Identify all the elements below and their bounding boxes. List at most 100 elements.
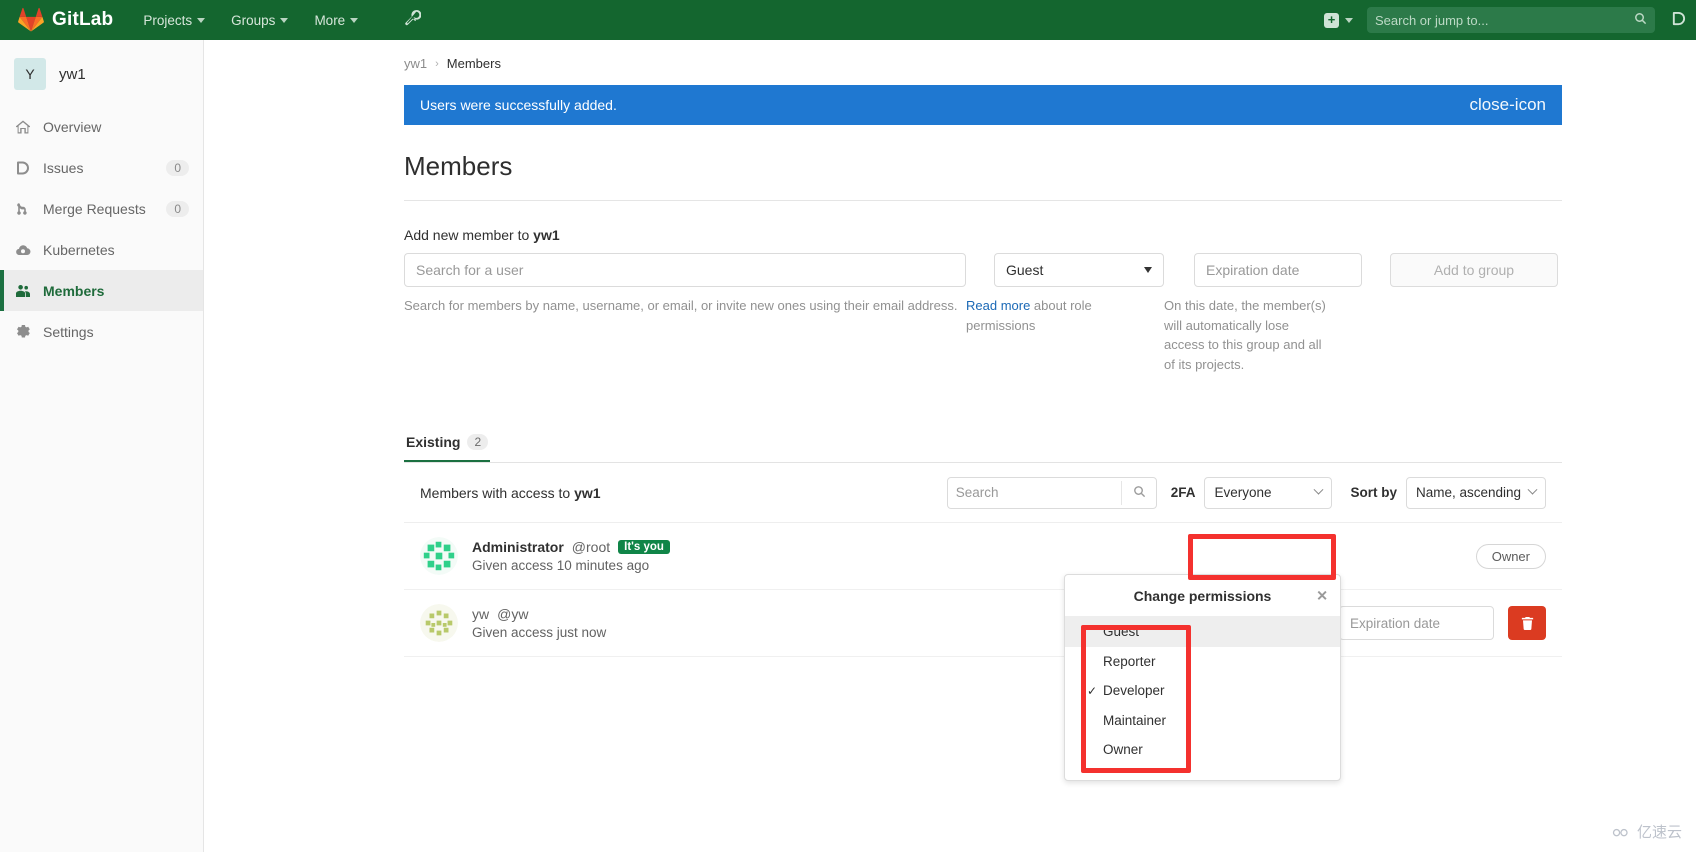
group-avatar: Y bbox=[14, 58, 46, 90]
add-member-form: Add new member to yw1 Search for a user … bbox=[404, 227, 1584, 374]
page-title: Members bbox=[404, 151, 513, 181]
sidebar-item-merge-requests[interactable]: Merge Requests 0 bbox=[0, 188, 203, 229]
dropdown-option-developer-label: Developer bbox=[1103, 683, 1165, 699]
caret-down-icon bbox=[1144, 267, 1152, 273]
member-name[interactable]: Administrator bbox=[472, 539, 564, 555]
top-navigation-bar: GitLab Projects Groups More + Search or … bbox=[0, 0, 1696, 40]
breadcrumb-separator: › bbox=[435, 57, 439, 70]
members-heading-prefix: Members with access to bbox=[420, 484, 575, 501]
member-username[interactable]: @root bbox=[572, 539, 610, 555]
top-nav-items: Projects Groups More bbox=[141, 9, 422, 32]
members-filters: Search 2FA Everyone Sort by Name, ascend… bbox=[946, 476, 1546, 509]
breadcrumb-current[interactable]: Members bbox=[447, 56, 501, 71]
watermark-text: 亿速云 bbox=[1636, 824, 1682, 841]
members-search-input[interactable]: Search bbox=[946, 476, 1157, 509]
expiration-placeholder: Expiration date bbox=[1206, 262, 1300, 278]
nav-projects-label: Projects bbox=[143, 12, 193, 28]
expiration-help: On this date, the member(s) will automat… bbox=[1164, 298, 1326, 372]
issues-icon[interactable] bbox=[1671, 11, 1686, 30]
title-divider bbox=[404, 200, 1562, 201]
top-bar-right: + Search or jump to... bbox=[1324, 7, 1696, 33]
table-row: yw @yw Given access just now Developer E… bbox=[404, 590, 1562, 657]
chevron-down-icon bbox=[1527, 484, 1538, 495]
members-heading: Members with access to yw1 bbox=[420, 485, 601, 501]
its-you-badge: It's you bbox=[618, 540, 670, 554]
sidebar-badge-issues: 0 bbox=[166, 159, 189, 176]
nav-groups[interactable]: Groups bbox=[229, 9, 290, 32]
dropdown-option-guest[interactable]: Guest bbox=[1065, 617, 1340, 647]
member-expiration-placeholder: Expiration date bbox=[1350, 615, 1441, 631]
sidebar-label-issues: Issues bbox=[43, 159, 84, 176]
sort-select[interactable]: Name, ascending bbox=[1406, 476, 1546, 509]
plus-square-icon: + bbox=[1324, 12, 1339, 28]
change-permissions-dropdown: Change permissions ✕ Guest Reporter ✓ De… bbox=[1064, 574, 1341, 781]
breadcrumb-root[interactable]: yw1 bbox=[404, 56, 427, 71]
sidebar-group-header[interactable]: Y yw1 bbox=[0, 48, 203, 100]
search-icon[interactable] bbox=[1133, 485, 1146, 501]
sidebar-label-settings: Settings bbox=[43, 323, 94, 340]
add-to-group-button[interactable]: Add to group bbox=[1390, 253, 1558, 287]
kubernetes-icon bbox=[14, 241, 31, 258]
new-item-button[interactable]: + bbox=[1324, 12, 1353, 28]
role-select-value: Guest bbox=[1006, 262, 1044, 278]
dropdown-option-reporter[interactable]: Reporter bbox=[1065, 647, 1340, 677]
read-more-link[interactable]: Read more bbox=[966, 298, 1030, 313]
global-search-input[interactable]: Search or jump to... bbox=[1367, 7, 1655, 33]
gitlab-logo[interactable]: GitLab bbox=[18, 7, 113, 33]
role-help: Read more about role permissions bbox=[966, 296, 1116, 335]
member-name[interactable]: yw bbox=[472, 606, 489, 622]
watermark: 亿速云 bbox=[1611, 821, 1682, 842]
expiration-field-group: Expiration date On this date, the member… bbox=[1164, 253, 1362, 374]
add-member-row: Search for a user Search for members by … bbox=[404, 253, 1584, 374]
member-access-text: Given access 10 minutes ago bbox=[472, 558, 650, 573]
remove-member-button[interactable] bbox=[1508, 606, 1546, 640]
sidebar-label-overview: Overview bbox=[43, 118, 102, 135]
sidebar-item-issues[interactable]: Issues 0 bbox=[0, 147, 203, 188]
twofa-filter-select[interactable]: Everyone bbox=[1204, 476, 1333, 509]
sidebar-label-members: Members bbox=[43, 282, 105, 299]
user-search-input[interactable]: Search for a user bbox=[404, 253, 966, 287]
sidebar-label-kubernetes: Kubernetes bbox=[43, 241, 115, 258]
sidebar-item-overview[interactable]: Overview bbox=[0, 106, 203, 147]
dropdown-option-maintainer[interactable]: Maintainer bbox=[1065, 706, 1340, 736]
sidebar-item-settings[interactable]: Settings bbox=[0, 311, 203, 352]
dropdown-option-developer[interactable]: ✓ Developer bbox=[1065, 676, 1340, 706]
group-name-label: yw1 bbox=[59, 65, 86, 83]
sort-value: Name, ascending bbox=[1416, 485, 1522, 500]
search-divider bbox=[1120, 480, 1122, 505]
close-icon[interactable]: ✕ bbox=[1316, 587, 1328, 604]
avatar[interactable] bbox=[420, 537, 458, 575]
member-info: Administrator @root It's you Given acces… bbox=[472, 539, 670, 573]
nav-more[interactable]: More bbox=[312, 9, 360, 32]
role-select[interactable]: Guest bbox=[994, 253, 1164, 287]
wrench-icon[interactable] bbox=[404, 9, 422, 31]
dropdown-option-owner[interactable]: Owner bbox=[1065, 735, 1340, 765]
nav-groups-label: Groups bbox=[231, 12, 276, 28]
member-actions: Owner bbox=[1475, 543, 1546, 569]
sidebar-item-kubernetes[interactable]: Kubernetes bbox=[0, 229, 203, 270]
cloud-icon bbox=[1612, 828, 1628, 836]
role-field-group: Guest Read more about role permissions bbox=[966, 253, 1164, 335]
chevron-down-icon bbox=[280, 17, 289, 23]
dropdown-option-maintainer-label: Maintainer bbox=[1103, 712, 1167, 728]
members-panel: Members with access to yw1 Search 2FA Ev… bbox=[404, 463, 1562, 657]
submit-group: Add to group bbox=[1390, 253, 1558, 287]
member-identity: yw @yw bbox=[472, 606, 606, 622]
global-search-placeholder: Search or jump to... bbox=[1375, 12, 1489, 28]
home-icon bbox=[14, 118, 31, 135]
avatar[interactable] bbox=[420, 604, 458, 642]
issues-icon bbox=[14, 159, 31, 176]
member-expiration-input[interactable]: Expiration date bbox=[1339, 606, 1494, 640]
member-username[interactable]: @yw bbox=[497, 606, 528, 622]
nav-projects[interactable]: Projects bbox=[141, 9, 207, 32]
sidebar-item-members[interactable]: Members bbox=[0, 270, 203, 311]
expiration-date-input[interactable]: Expiration date bbox=[1194, 253, 1362, 287]
close-icon[interactable]: close-icon bbox=[1469, 95, 1546, 115]
chevron-down-icon bbox=[1314, 484, 1324, 495]
gitlab-tanuki-icon bbox=[18, 7, 44, 32]
tab-existing[interactable]: Existing 2 bbox=[404, 426, 491, 462]
brand-label: GitLab bbox=[52, 9, 114, 30]
success-alert: Users were successfully added. close-ico… bbox=[404, 85, 1562, 125]
table-row: Administrator @root It's you Given acces… bbox=[404, 523, 1562, 590]
main-content: yw1 › Members Users were successfully ad… bbox=[204, 40, 1696, 852]
